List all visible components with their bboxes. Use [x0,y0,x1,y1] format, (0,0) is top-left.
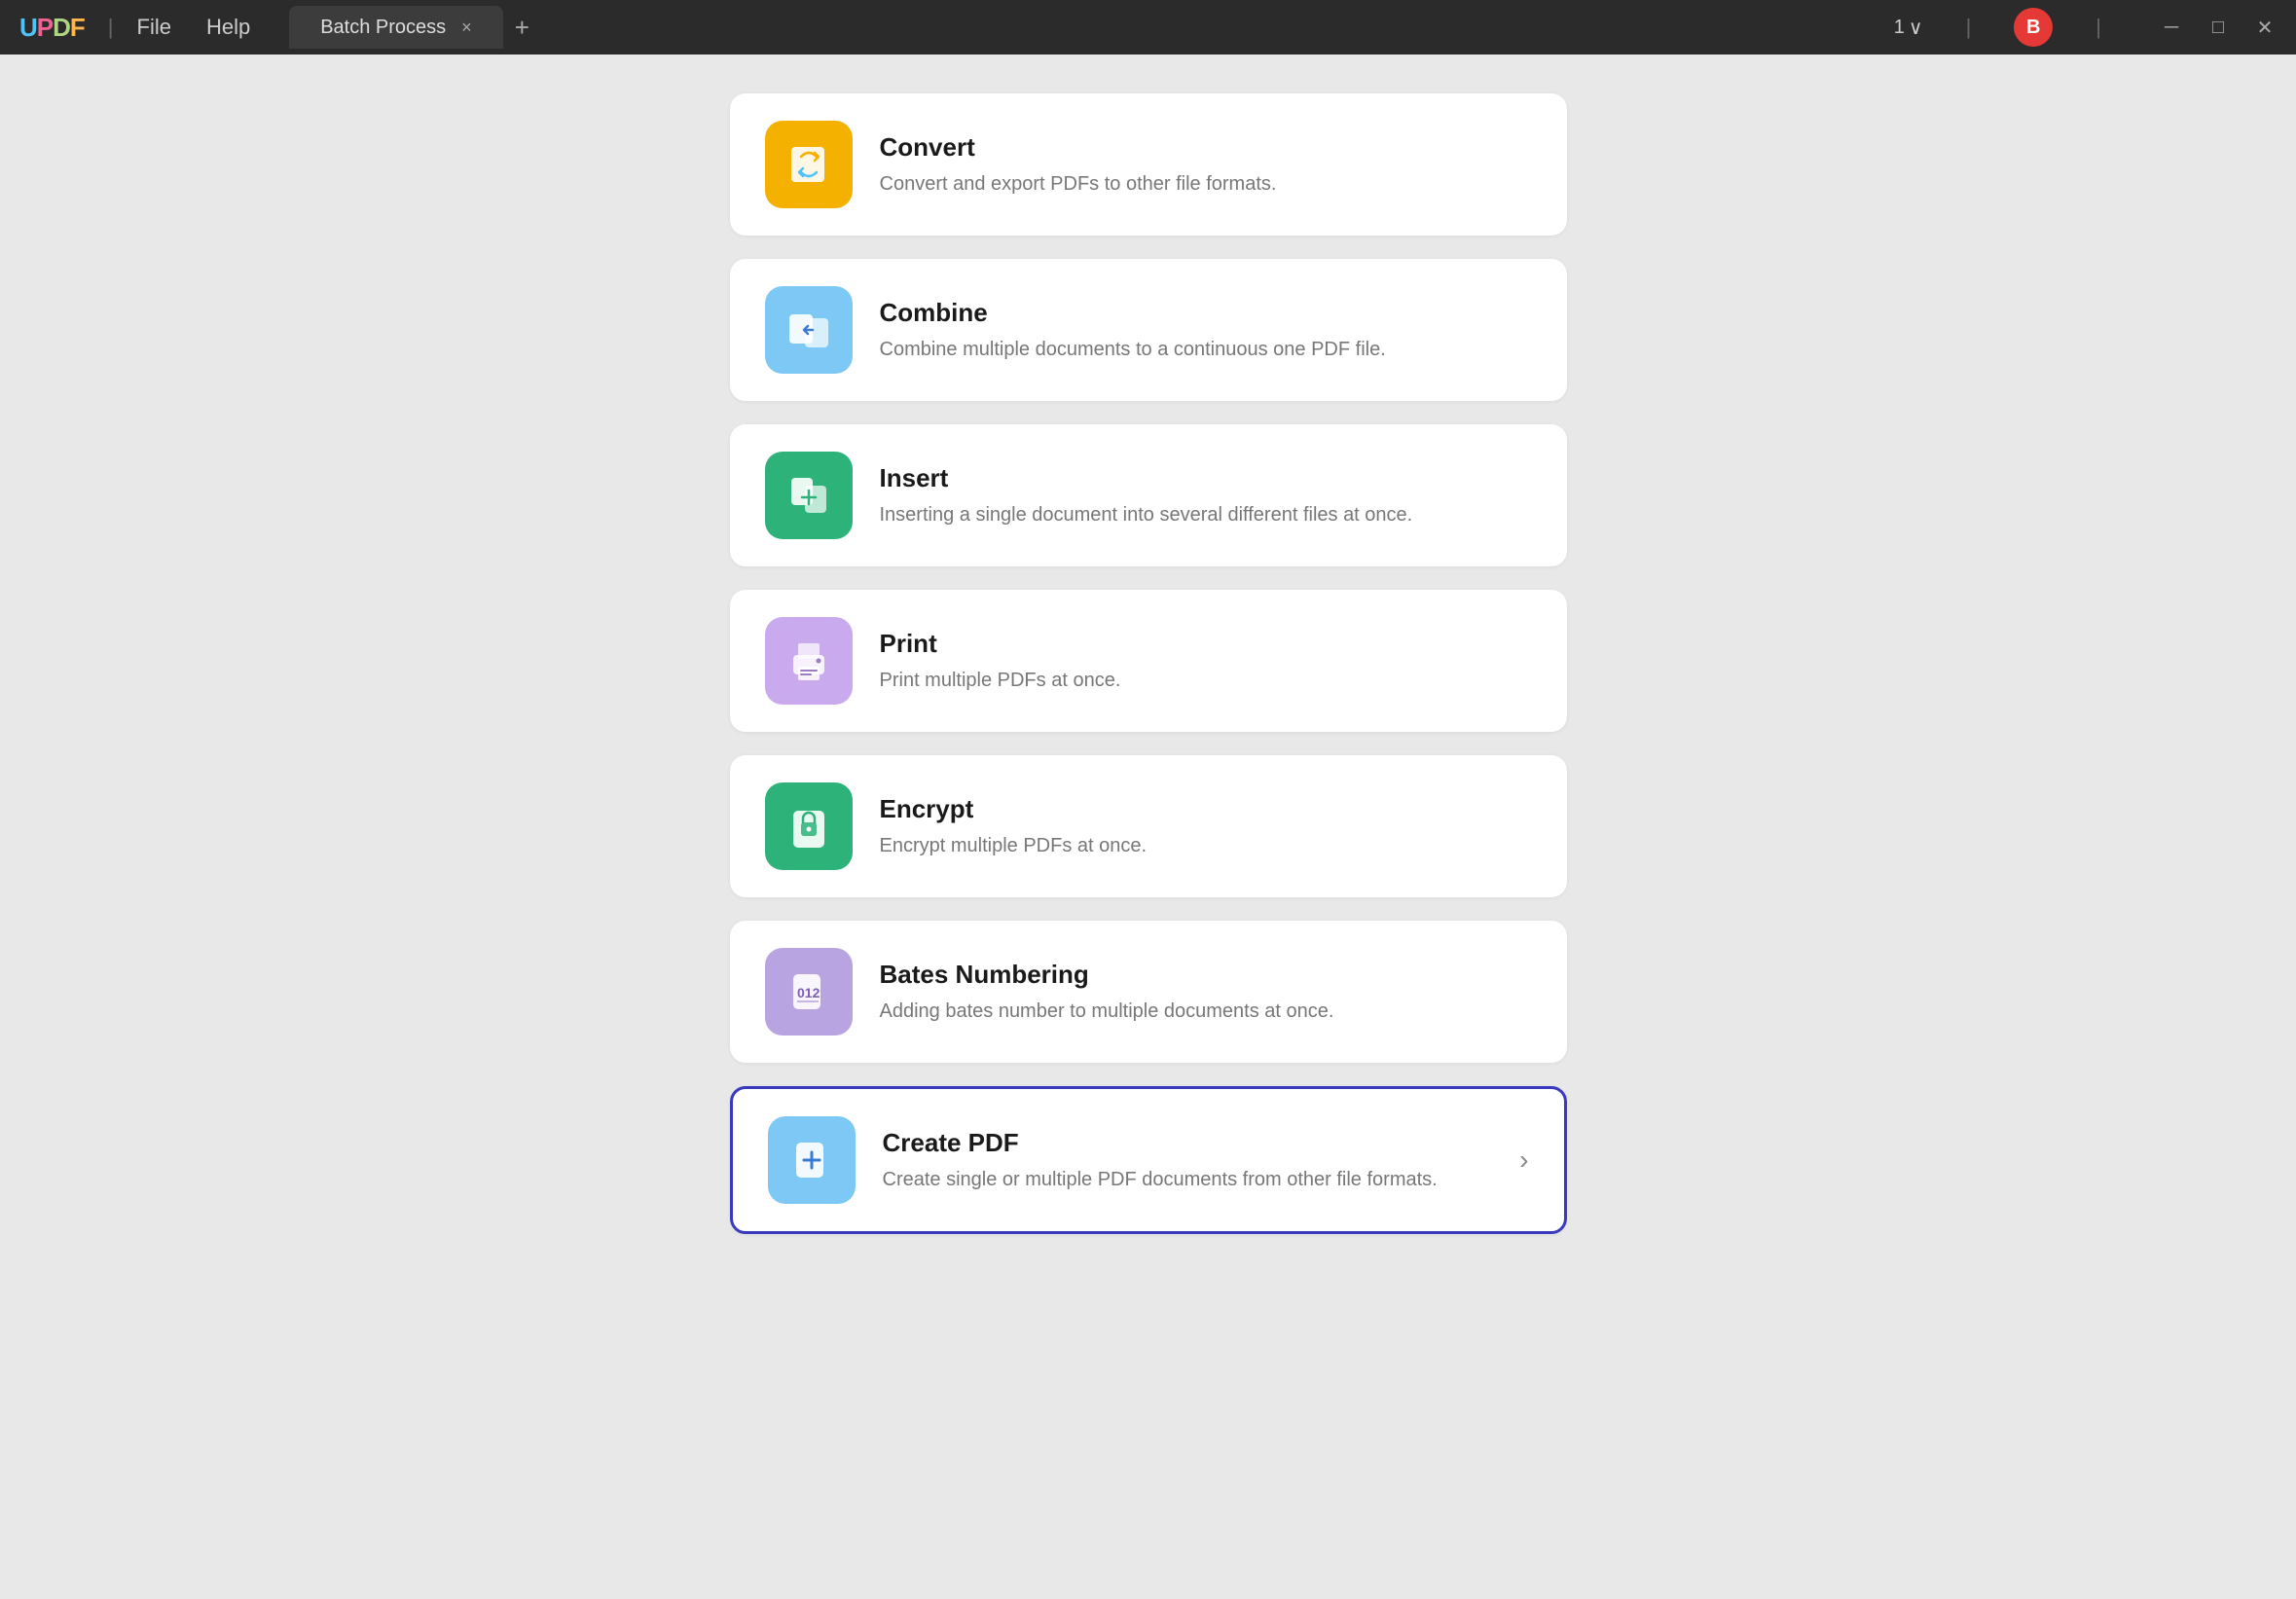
card-combine[interactable]: Combine Combine multiple documents to a … [730,259,1567,401]
card-print[interactable]: Print Print multiple PDFs at once. [730,590,1567,732]
tab-label: Batch Process [320,17,446,39]
card-convert[interactable]: Convert Convert and export PDFs to other… [730,93,1567,236]
convert-icon [765,121,853,208]
cards-container: Convert Convert and export PDFs to other… [730,93,1567,1560]
encrypt-desc: Encrypt multiple PDFs at once. [880,832,1532,859]
encrypt-title: Encrypt [880,794,1532,824]
titlebar: UPDF | File Help Batch Process × + 1 ∨ |… [0,0,2296,55]
combine-desc: Combine multiple documents to a continuo… [880,336,1532,363]
tab-close-button[interactable]: × [461,18,472,36]
encrypt-icon [765,782,853,870]
print-title: Print [880,629,1532,659]
print-text: Print Print multiple PDFs at once. [880,629,1532,694]
card-insert[interactable]: Insert Inserting a single document into … [730,424,1567,566]
menu-file[interactable]: File [137,15,171,40]
titlebar-right: 1 ∨ | B | ─ □ ✕ [1894,8,2277,47]
create-text: Create PDF Create single or multiple PDF… [883,1128,1481,1193]
svg-text:012: 012 [797,985,820,1000]
insert-text: Insert Inserting a single document into … [880,463,1532,528]
minimize-button[interactable]: ─ [2160,16,2183,39]
right-divider2: | [2096,15,2101,40]
create-icon [768,1116,856,1204]
insert-title: Insert [880,463,1532,493]
card-bates[interactable]: 012 Bates Numbering Adding bates number … [730,921,1567,1063]
close-button[interactable]: ✕ [2253,16,2277,39]
card-create[interactable]: Create PDF Create single or multiple PDF… [730,1086,1567,1234]
user-avatar[interactable]: B [2014,8,2053,47]
convert-desc: Convert and export PDFs to other file fo… [880,170,1532,198]
tabs-area: Batch Process × + [289,6,529,49]
bates-title: Bates Numbering [880,960,1532,990]
bates-desc: Adding bates number to multiple document… [880,998,1532,1025]
tab-batch-process[interactable]: Batch Process × [289,6,502,49]
print-icon [765,617,853,705]
create-title: Create PDF [883,1128,1481,1158]
create-desc: Create single or multiple PDF documents … [883,1166,1481,1193]
combine-icon [765,286,853,374]
right-divider: | [1966,15,1972,40]
maximize-button[interactable]: □ [2206,16,2230,39]
insert-desc: Inserting a single document into several… [880,501,1532,528]
tab-add-button[interactable]: + [515,13,529,43]
card-encrypt[interactable]: Encrypt Encrypt multiple PDFs at once. [730,755,1567,897]
combine-title: Combine [880,298,1532,328]
combine-text: Combine Combine multiple documents to a … [880,298,1532,363]
create-arrow: › [1519,1145,1528,1176]
encrypt-text: Encrypt Encrypt multiple PDFs at once. [880,794,1532,859]
menu-bar: File Help [137,15,251,40]
convert-title: Convert [880,132,1532,163]
bates-text: Bates Numbering Adding bates number to m… [880,960,1532,1025]
bates-icon: 012 [765,948,853,1036]
print-desc: Print multiple PDFs at once. [880,667,1532,694]
divider: | [108,15,114,40]
main-content: Convert Convert and export PDFs to other… [0,55,2296,1599]
insert-icon [765,452,853,539]
window-controls: ─ □ ✕ [2160,16,2277,39]
convert-text: Convert Convert and export PDFs to other… [880,132,1532,198]
tab-count: 1 ∨ [1894,16,1923,40]
app-logo: UPDF [19,13,85,43]
menu-help[interactable]: Help [206,15,250,40]
